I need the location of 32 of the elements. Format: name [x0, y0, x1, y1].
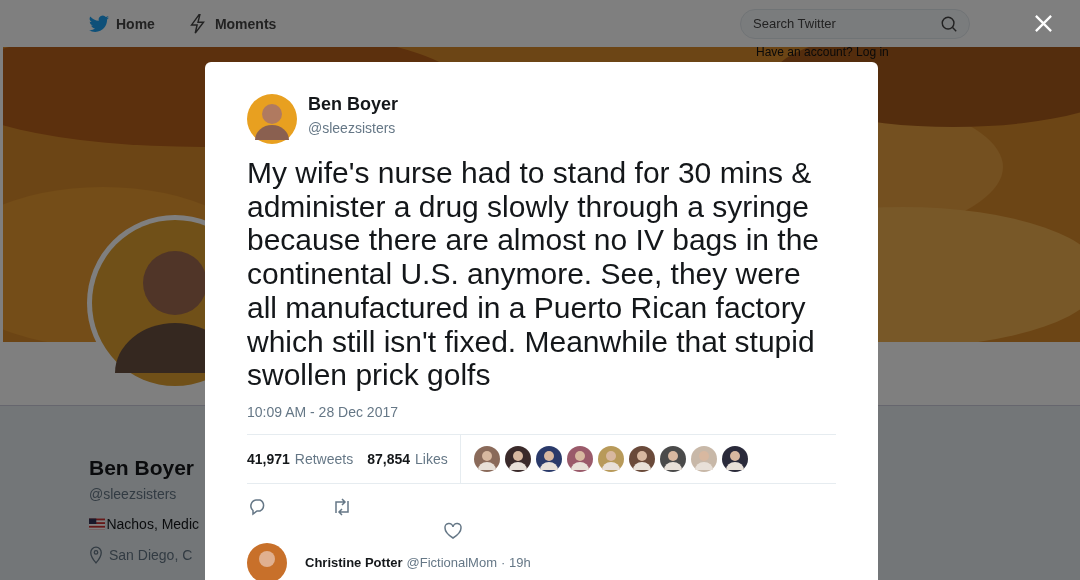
avatar[interactable] [504, 445, 531, 472]
stat-count[interactable]: 87,854 [367, 450, 410, 467]
nav-link[interactable]: Home [88, 12, 155, 35]
heart-icon[interactable] [443, 520, 463, 541]
retweet-icon[interactable] [332, 496, 352, 517]
avatar [247, 94, 297, 144]
avatar[interactable] [535, 445, 562, 472]
profile-handle: @sleezsisters [89, 486, 178, 502]
search-field[interactable]: Search Twitter [740, 8, 970, 39]
search-icon [940, 14, 958, 33]
bird-icon [88, 12, 110, 35]
stat-count[interactable]: 41,971 [247, 450, 290, 467]
reply-author[interactable]: Christine Potter [305, 555, 403, 571]
flag-icon [89, 518, 106, 530]
nav-link[interactable]: Moments [186, 12, 277, 35]
avatar[interactable] [659, 445, 686, 472]
avatar [247, 542, 287, 580]
author-name[interactable]: Ben Boyer [308, 94, 399, 115]
avatar[interactable] [628, 445, 655, 472]
reply-handle[interactable]: @FictionalMom [406, 555, 497, 571]
reply-time: · 19h [501, 555, 531, 571]
stat-label[interactable]: Retweets [294, 450, 354, 467]
close-icon[interactable] [1034, 14, 1053, 33]
avatar[interactable] [721, 445, 748, 472]
timestamp: 10:09 AM - 28 Dec 2017 [247, 403, 399, 420]
profile-bio: Nachos, Medic [106, 516, 199, 532]
profile-location: San Diego, C [109, 547, 193, 563]
author-handle[interactable]: @sleezsisters [308, 120, 399, 136]
location-icon [89, 546, 103, 564]
profile-name: Ben Boyer [89, 456, 196, 480]
stat-label[interactable]: Likes [415, 450, 448, 467]
tweet-text: My wife's nurse had to stand for 30 mins & administer a drug slowly through a syringe because there are almost no IV bags in the continental U.S. anymore. See, they were all manufactured in a Puerto Rican factory which still isn't fixed. Meanwhile that stupid swollen prick golfs [247, 156, 821, 392]
